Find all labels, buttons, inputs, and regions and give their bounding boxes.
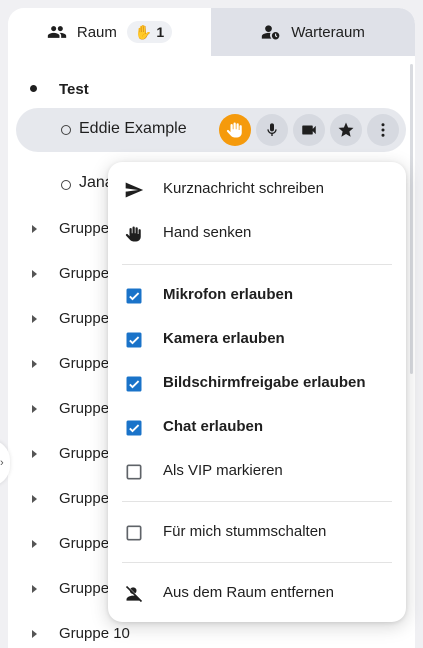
raised-hands-badge: ✋ 1: [126, 21, 173, 43]
menu-divider: [122, 264, 392, 265]
participant-name: Eddie Example: [79, 120, 187, 137]
microphone-button[interactable]: [256, 114, 288, 146]
group-name: Gruppe 10: [59, 625, 130, 642]
menu-label: Aus dem Raum entfernen: [163, 584, 334, 601]
group-name: Gruppe: [59, 265, 110, 282]
scrollbar[interactable]: [410, 64, 413, 374]
group-name: Gruppe: [59, 355, 110, 372]
expand-arrow-icon: [32, 405, 37, 413]
expand-arrow-icon: [32, 540, 37, 548]
menu-mark-vip[interactable]: Als VIP markieren: [108, 451, 406, 491]
tab-room-label: Raum: [76, 23, 117, 41]
menu-divider: [122, 562, 392, 563]
checkbox-unchecked-icon[interactable]: [123, 461, 145, 483]
tab-waiting-room-label: Warteraum: [291, 23, 365, 41]
menu-label: Als VIP markieren: [163, 462, 283, 479]
group-name: Gruppe: [59, 490, 110, 507]
raised-hand-emoji-icon: ✋: [134, 23, 153, 40]
camera-icon: [302, 125, 316, 135]
group-name: Gruppe: [59, 445, 110, 462]
menu-label: Chat erlauben: [163, 418, 264, 435]
menu-allow-microphone[interactable]: Mikrofon erlauben: [108, 275, 406, 315]
menu-label: Für mich stummschalten: [163, 523, 327, 540]
menu-label: Hand senken: [163, 224, 252, 241]
group-name: Gruppe: [59, 310, 110, 327]
tab-room[interactable]: Raum ✋ 1: [8, 8, 211, 56]
menu-allow-chat[interactable]: Chat erlauben: [108, 407, 406, 447]
menu-allow-screenshare[interactable]: Bildschirmfreigabe erlauben: [108, 363, 406, 403]
group-name: Gruppe: [59, 400, 110, 417]
expand-arrow-icon: [32, 225, 37, 233]
raised-hands-count: 1: [156, 24, 165, 40]
menu-label: Kurznachricht schreiben: [163, 180, 324, 197]
participant-row-selected[interactable]: Eddie Example: [16, 108, 406, 152]
menu-send-message[interactable]: Kurznachricht schreiben: [108, 169, 406, 209]
chevron-right-icon: ›: [0, 457, 4, 469]
group-name: Gruppe: [59, 580, 110, 597]
group-test-label: Test: [59, 80, 89, 98]
more-vertical-icon: [381, 123, 385, 137]
group-name: Gruppe: [59, 535, 110, 552]
menu-allow-camera[interactable]: Kamera erlauben: [108, 319, 406, 359]
expand-arrow-icon: [32, 315, 37, 323]
send-icon: [123, 179, 145, 201]
microphone-icon: [267, 123, 277, 136]
waiting-room-icon: [261, 22, 281, 42]
checkbox-checked-icon[interactable]: [123, 329, 145, 351]
bullet-icon: [30, 85, 37, 92]
camera-button[interactable]: [293, 114, 325, 146]
more-options-button[interactable]: [367, 114, 399, 146]
menu-divider: [122, 501, 392, 502]
menu-lower-hand[interactable]: Hand senken: [108, 213, 406, 253]
person-remove-icon: [123, 583, 145, 605]
expand-arrow-icon: [32, 360, 37, 368]
tab-bar: Raum ✋ 1 Warteraum: [8, 8, 415, 56]
hand-icon: [226, 122, 242, 138]
expand-arrow-icon: [32, 585, 37, 593]
menu-label: Bildschirmfreigabe erlauben: [163, 374, 366, 391]
group-name: Gruppe: [59, 220, 110, 237]
status-circle-icon: [61, 125, 71, 135]
checkbox-unchecked-icon[interactable]: [123, 522, 145, 544]
expand-arrow-icon: [32, 495, 37, 503]
expand-arrow-icon: [32, 450, 37, 458]
favorite-button[interactable]: [330, 114, 362, 146]
menu-label: Mikrofon erlauben: [163, 286, 294, 303]
hand-icon: [123, 223, 145, 245]
participant-context-menu: Kurznachricht schreiben Hand senken Mikr…: [108, 162, 406, 622]
participant-actions: [214, 114, 406, 146]
checkbox-checked-icon[interactable]: [123, 373, 145, 395]
expand-arrow-icon: [32, 630, 37, 638]
menu-remove-from-room[interactable]: Aus dem Raum entfernen: [108, 573, 406, 613]
menu-mute-for-me[interactable]: Für mich stummschalten: [108, 512, 406, 552]
menu-label: Kamera erlauben: [163, 330, 285, 347]
expand-arrow-icon: [32, 270, 37, 278]
checkbox-checked-icon[interactable]: [123, 417, 145, 439]
tab-waiting-room[interactable]: Warteraum: [211, 8, 415, 56]
people-icon: [47, 22, 67, 42]
lower-hand-button[interactable]: [219, 114, 251, 146]
checkbox-checked-icon[interactable]: [123, 285, 145, 307]
star-icon: [338, 122, 354, 137]
status-circle-icon: [61, 180, 71, 190]
